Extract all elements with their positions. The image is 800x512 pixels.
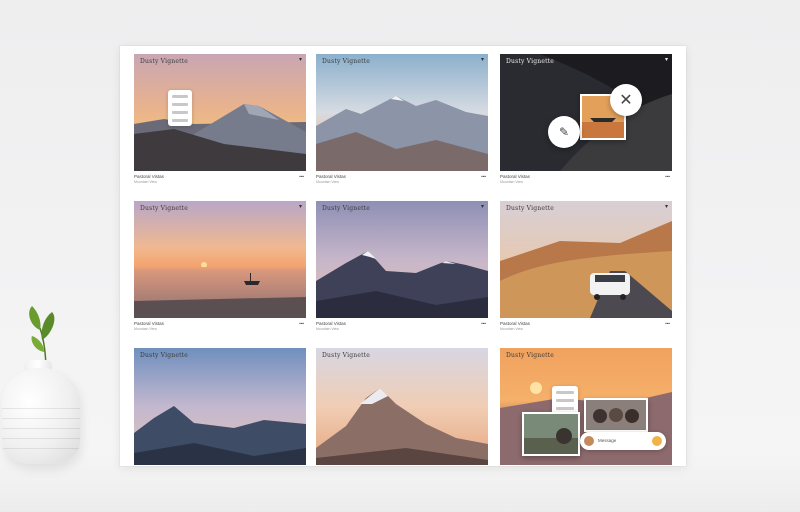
- meta-title: Pastoral Vistas: [500, 174, 530, 179]
- meta-subtitle: Mountain View: [500, 180, 523, 184]
- pencil-icon: ✎: [558, 125, 570, 139]
- card-meta: Pastoral Vistas Mountain View •••: [134, 174, 306, 188]
- more-icon[interactable]: •••: [299, 174, 304, 179]
- card-meta: Pastoral Vistas Mountain View •••: [316, 174, 488, 188]
- mood-board: Dusty Vignette ▾ Pastoral Vistas Mountai…: [120, 46, 686, 466]
- photo-card[interactable]: Dusty Vignette ▾ Pastoral Vistas Mountai…: [134, 201, 306, 339]
- photo-volcano-sunset[interactable]: [134, 54, 306, 171]
- photo-thumbnail[interactable]: [584, 398, 648, 432]
- chevron-down-icon[interactable]: ▾: [665, 57, 668, 63]
- photo-card[interactable]: Dusty Vignette ▾ Pastoral Vistas Mountai…: [316, 54, 488, 192]
- card-title: Dusty Vignette: [322, 352, 371, 359]
- meta-title: Pastoral Vistas: [316, 321, 346, 326]
- vase: [2, 368, 80, 464]
- photo-card[interactable]: Dusty Vignette ▾ Pastoral Vistas Mountai…: [500, 201, 672, 339]
- avatar: [584, 436, 594, 446]
- meta-title: Pastoral Vistas: [316, 174, 346, 179]
- message-bar[interactable]: Message: [580, 432, 666, 450]
- meta-subtitle: Mountain View: [134, 180, 157, 184]
- photo-card[interactable]: Dusty Vignette Message: [500, 348, 672, 466]
- edit-button[interactable]: ✎: [548, 116, 580, 148]
- card-title: Dusty Vignette: [322, 58, 371, 65]
- photo-card[interactable]: Dusty Vignette: [134, 348, 306, 466]
- card-title: Dusty Vignette: [140, 205, 189, 212]
- photo-blue-mountains[interactable]: [134, 348, 306, 465]
- card-title: Dusty Vignette: [506, 352, 555, 359]
- meta-title: Pastoral Vistas: [500, 321, 530, 326]
- more-icon[interactable]: •••: [299, 321, 304, 326]
- chevron-down-icon[interactable]: ▾: [481, 57, 484, 63]
- photo-sea-sunset[interactable]: [134, 201, 306, 318]
- photo-thumbnail[interactable]: [522, 412, 580, 456]
- card-title: Dusty Vignette: [140, 352, 189, 359]
- photo-card[interactable]: Dusty Vignette ▾ Pastoral Vistas Mountai…: [134, 54, 306, 192]
- meta-title: Pastoral Vistas: [134, 321, 164, 326]
- meta-subtitle: Mountain View: [134, 327, 157, 331]
- card-meta: Pastoral Vistas Mountain View •••: [500, 174, 672, 188]
- card-title: Dusty Vignette: [322, 205, 371, 212]
- meta-subtitle: Mountain View: [316, 327, 339, 331]
- emoji-icon[interactable]: [652, 436, 662, 446]
- card-title: Dusty Vignette: [506, 58, 555, 65]
- meta-subtitle: Mountain View: [316, 180, 339, 184]
- more-icon[interactable]: •••: [481, 174, 486, 179]
- context-menu[interactable]: [168, 90, 192, 126]
- photo-card[interactable]: Dusty Vignette: [316, 348, 488, 466]
- close-icon: ✕: [619, 92, 633, 109]
- close-button[interactable]: ✕: [610, 84, 642, 116]
- more-icon[interactable]: •••: [665, 174, 670, 179]
- more-icon[interactable]: •••: [481, 321, 486, 326]
- card-title: Dusty Vignette: [506, 205, 555, 212]
- chevron-down-icon[interactable]: ▾: [481, 204, 484, 210]
- photo-peak-sunset[interactable]: [316, 348, 488, 465]
- card-meta: Pastoral Vistas Mountain View •••: [500, 321, 672, 335]
- meta-title: Pastoral Vistas: [134, 174, 164, 179]
- photo-mountain-range[interactable]: [316, 54, 488, 171]
- chevron-down-icon[interactable]: ▾: [299, 57, 302, 63]
- photo-card[interactable]: Dusty Vignette ▾ ✕ ✎ Pastoral Vistas Mou…: [500, 54, 672, 192]
- card-meta: Pastoral Vistas Mountain View •••: [134, 321, 306, 335]
- meta-subtitle: Mountain View: [500, 327, 523, 331]
- card-meta: Pastoral Vistas Mountain View •••: [316, 321, 488, 335]
- photo-snowy-peaks[interactable]: [316, 201, 488, 318]
- chevron-down-icon[interactable]: ▾: [299, 204, 302, 210]
- card-title: Dusty Vignette: [140, 58, 189, 65]
- more-icon[interactable]: •••: [665, 321, 670, 326]
- photo-desert-road-car[interactable]: [500, 201, 672, 318]
- photo-card[interactable]: Dusty Vignette ▾ Pastoral Vistas Mountai…: [316, 201, 488, 339]
- chevron-down-icon[interactable]: ▾: [665, 204, 668, 210]
- message-text: Message: [598, 438, 617, 443]
